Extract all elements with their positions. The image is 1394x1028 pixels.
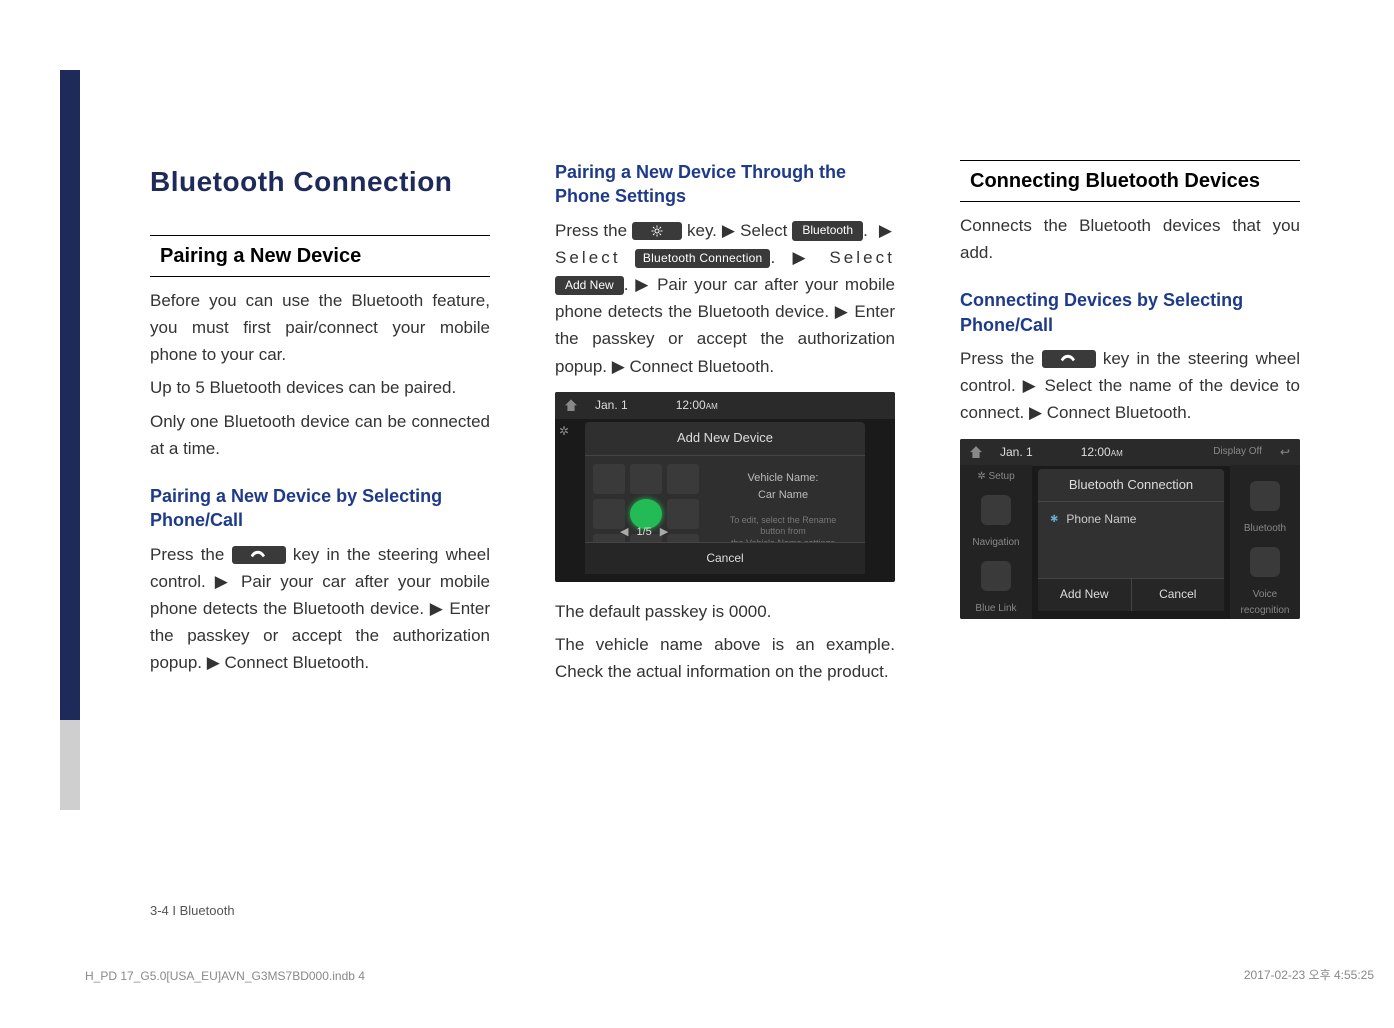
pager: ◀ 1/5 ▶ — [620, 524, 668, 542]
hint-line: To edit, select the Rename — [709, 515, 857, 527]
section-connecting: Connecting Bluetooth Devices — [960, 160, 1300, 202]
text-frag: key. ▶ Select — [687, 221, 792, 240]
pager-text: 1/5 — [636, 524, 651, 542]
text-frag: . ▶ Select — [770, 248, 895, 267]
navigation-icon — [981, 495, 1011, 525]
bluelink-label: Blue Link — [975, 601, 1016, 617]
pairing-intro-2: Up to 5 Bluetooth devices can be paired. — [150, 374, 490, 401]
hint-line: button from — [709, 526, 857, 538]
default-passkey-note: The default passkey is 0000. — [555, 598, 895, 625]
phone-name: Phone Name — [1066, 510, 1136, 529]
page-footer: 3-4 I Bluetooth — [150, 903, 235, 918]
sub-connecting-phonecall: Connecting Devices by Selecting Phone/Ca… — [960, 288, 1300, 337]
device-panel: Bluetooth Connection Phone Name Add New … — [1038, 469, 1224, 611]
device-ampm: AM — [1111, 449, 1123, 458]
voice-icon — [1250, 547, 1280, 577]
column-3: Connecting Bluetooth Devices Connects th… — [960, 160, 1300, 691]
chevron-right-icon: ▶ — [660, 524, 668, 542]
bluetooth-chip: Bluetooth — [792, 221, 863, 241]
phone-row[interactable]: Phone Name — [1038, 502, 1224, 537]
column-2: Pairing a New Device Through the Phone S… — [555, 160, 895, 691]
display-off-label: Display Off — [1213, 444, 1262, 460]
bluetooth-icon — [1250, 481, 1280, 511]
setup-label: Setup — [989, 471, 1015, 482]
pairing-intro-3: Only one Bluetooth device can be connect… — [150, 408, 490, 462]
cancel-button[interactable]: Cancel — [585, 542, 865, 574]
home-icon — [970, 446, 982, 458]
text-frag: Press the — [960, 349, 1042, 368]
print-meta-right: 2017-02-23 오후 4:55:25 — [1244, 966, 1374, 983]
device-topbar: Jan. 1 12:00AM — [555, 392, 895, 419]
panel-title: Bluetooth Connection — [1038, 469, 1224, 503]
panel-title: Add New Device — [585, 422, 865, 456]
side-tab-blue — [60, 70, 80, 720]
page-title: Bluetooth Connection — [150, 160, 490, 205]
vehicle-name-label: Vehicle Name: — [709, 470, 857, 488]
add-new-button[interactable]: Add New — [1038, 578, 1131, 610]
device-screenshot-add-new: Jan. 1 12:00AM ✲ Add New Device — [555, 392, 895, 582]
device-ampm: AM — [706, 402, 718, 411]
home-icon — [565, 399, 577, 411]
pairing-settings-text: Press the key. ▶ Select Bluetooth . ▶ Sel… — [555, 217, 895, 380]
device-date: Jan. 1 — [1000, 443, 1033, 462]
back-icon: ↩ — [1280, 443, 1290, 462]
chevron-left-icon: ◀ — [620, 524, 628, 542]
text-frag: Press the — [150, 545, 232, 564]
text-frag: Press the — [555, 221, 632, 240]
bluelink-icon — [981, 561, 1011, 591]
device-topbar: Jan. 1 12:00AM Display Off ↩ — [960, 439, 1300, 466]
column-1: Bluetooth Connection Pairing a New Devic… — [150, 160, 490, 691]
gear-icon: ✲ — [559, 422, 569, 441]
connecting-phonecall-text: Press the key in the steering wheel cont… — [960, 345, 1300, 427]
gear-key-icon — [632, 222, 682, 240]
vehicle-name-note: The vehicle name above is an example. Ch… — [555, 631, 895, 685]
call-key-icon — [1042, 350, 1096, 368]
call-key-icon — [232, 546, 286, 564]
pairing-phonecall-text: Press the key in the steering wheel cont… — [150, 541, 490, 677]
device-time: 12:00 — [676, 398, 706, 412]
device-screenshot-bt-connection: Jan. 1 12:00AM Display Off ↩ ✲ Setup Nav… — [960, 439, 1300, 619]
device-right-sidebar: Bluetooth Voice recognition — [1230, 465, 1300, 619]
section-pairing: Pairing a New Device — [150, 235, 490, 277]
pairing-intro-1: Before you can use the Bluetooth feature… — [150, 287, 490, 369]
vehicle-name-value: Car Name — [709, 487, 857, 505]
device-left-sidebar: ✲ Setup Navigation Blue Link — [960, 465, 1032, 619]
side-tab-grey — [60, 720, 80, 810]
voice-label: Voice recognition — [1230, 587, 1300, 619]
cancel-button[interactable]: Cancel — [1131, 578, 1225, 610]
device-panel: Add New Device Vehicle Name: Car Name — [585, 422, 865, 574]
sub-pairing-phonecall: Pairing a New Device by Selecting Phone/… — [150, 484, 490, 533]
add-new-chip: Add New — [555, 276, 624, 296]
connecting-intro: Connects the Bluetooth devices that you … — [960, 212, 1300, 266]
bluetooth-label: Bluetooth — [1244, 521, 1286, 537]
bluetooth-connection-chip: Bluetooth Connection — [635, 249, 771, 269]
sub-pairing-settings: Pairing a New Device Through the Phone S… — [555, 160, 895, 209]
device-time: 12:00 — [1081, 445, 1111, 459]
print-meta-left: H_PD 17_G5.0[USA_EU]AVN_G3MS7BD000.indb … — [85, 969, 365, 983]
device-date: Jan. 1 — [595, 396, 628, 415]
nav-label: Navigation — [972, 535, 1019, 551]
